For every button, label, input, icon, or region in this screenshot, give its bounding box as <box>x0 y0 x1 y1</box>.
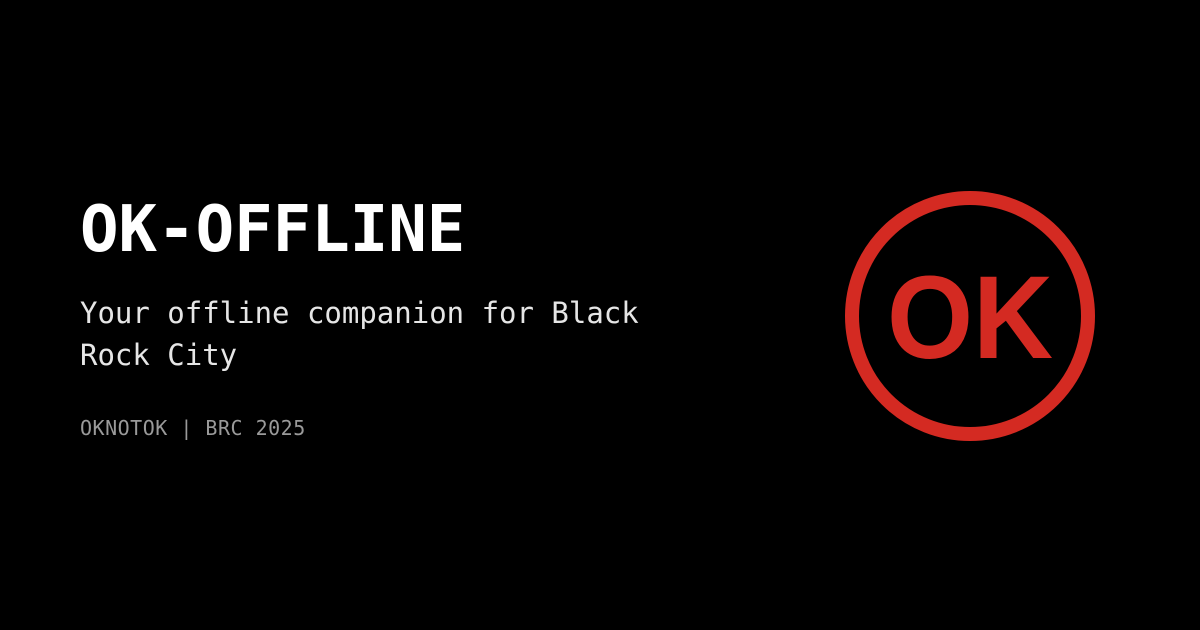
card-tagline: Your offline companion for Black Rock Ci… <box>80 296 639 372</box>
ok-circle-logo-icon: OK <box>845 191 1095 441</box>
card-title: OK-OFFLINE <box>80 193 466 267</box>
card-meta: OKNOTOK | BRC 2025 <box>80 416 306 440</box>
logo-text: OK <box>887 252 1053 384</box>
social-card: OK-OFFLINE Your offline companion for Bl… <box>0 0 1200 630</box>
